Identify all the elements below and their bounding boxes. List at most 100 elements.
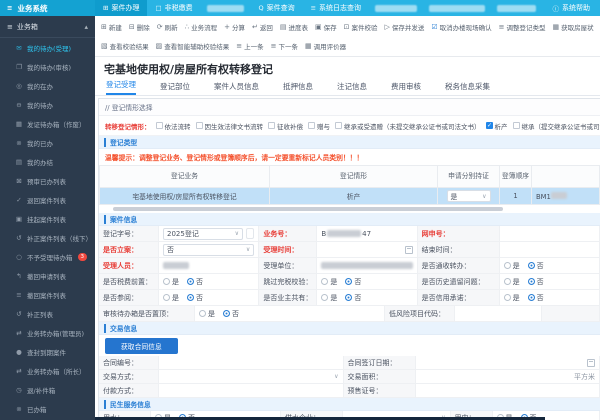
view-ai-check-result-button[interactable]: ▨查看智能辅助校验结果 xyxy=(156,41,230,51)
accept-time-value[interactable] xyxy=(317,242,417,258)
topnav-system-help[interactable]: ⓘ 系统帮助 xyxy=(543,0,600,16)
redacted-nav-item[interactable] xyxy=(207,5,245,12)
sidebar-item-suspended-cases-list[interactable]: ▣挂起案件列表 xyxy=(0,209,95,228)
new-button[interactable]: ⊞新建 xyxy=(101,22,122,32)
save-and-send-button[interactable]: ▷保存并发送 xyxy=(384,22,424,32)
reg-no-input[interactable] xyxy=(246,228,254,239)
end-time-value[interactable] xyxy=(500,242,600,258)
hamburger-icon[interactable]: ≡ xyxy=(7,4,12,12)
evaluator-button[interactable]: ▦调用评价器 xyxy=(305,41,346,51)
radio-yes[interactable]: 是 xyxy=(321,277,337,287)
case-check-button[interactable]: ⊡案件校验 xyxy=(344,22,378,32)
radio-no[interactable]: 否 xyxy=(528,277,544,287)
sidebar-item-cert-issue-box[interactable]: ▦发证待办箱（作废） xyxy=(0,114,95,133)
adjust-reg-type-button[interactable]: ≡调整登记类型 xyxy=(499,22,546,32)
radio-yes[interactable]: 是 xyxy=(163,293,179,303)
sign-date-value[interactable] xyxy=(416,356,600,370)
topnav-nontax-payment[interactable]: □ 非税缴费 xyxy=(147,0,200,16)
get-house-status-button[interactable]: ▦获取房屋状态 xyxy=(553,22,594,32)
radio-no[interactable]: 否 xyxy=(528,261,544,271)
tab-reg-acceptance[interactable]: 登记受理 xyxy=(106,79,136,95)
redacted-nav-item[interactable] xyxy=(375,5,417,12)
prev-record-button[interactable]: ≡上一条 xyxy=(236,41,263,51)
payment-mode-value[interactable] xyxy=(159,384,344,398)
checkbox-court-document[interactable]: 因生效法律文书流转 xyxy=(196,121,264,131)
sidebar-item-my-inprogress[interactable]: ◎我的在办 xyxy=(0,76,95,95)
radio-yes[interactable]: 是 xyxy=(504,261,520,271)
sidebar-item-rejection-todo-box[interactable]: ○不予受理待办箱3 xyxy=(0,247,95,266)
cancel-site-confirm-button[interactable]: ☑取消办楼现场确认 xyxy=(431,22,491,32)
trade-mode-value[interactable]: ∨ xyxy=(159,370,344,384)
radio-yes[interactable]: 是 xyxy=(321,293,337,303)
checkbox-inherit-with-notary[interactable]: 继承（提交继承公证书或司法文书） xyxy=(513,121,600,131)
history-issue-value: 是否 xyxy=(500,274,600,290)
sidebar-item-my-done[interactable]: ⊚我的已办 xyxy=(0,133,95,152)
sidebar-item-correction-list[interactable]: ↺补正列表 xyxy=(0,304,95,323)
checkbox-legal-transfer[interactable]: 依法流转 xyxy=(156,121,191,131)
sidebar-item-transfer-box-director[interactable]: ⇄业务转办箱（所长） xyxy=(0,361,95,380)
radio-no[interactable]: 否 xyxy=(345,293,361,303)
sidebar-item-my-todo-accept[interactable]: ✉我的待办(受理) xyxy=(0,38,95,57)
risk-code-value[interactable] xyxy=(455,306,542,322)
trade-area-value[interactable]: 平方米 xyxy=(416,370,600,384)
next-record-button[interactable]: ≡下一条 xyxy=(271,41,298,51)
workflow-button[interactable]: ∴业务流程 xyxy=(185,22,217,32)
radio-no[interactable]: 否 xyxy=(223,309,239,319)
checkbox-icon xyxy=(308,122,315,129)
sidebar-item-preaudit-done-list[interactable]: ⊠预审已办列表 xyxy=(0,171,95,190)
sidebar-item-done-box[interactable]: ⊚已办箱 xyxy=(0,399,95,418)
radio-yes[interactable]: 是 xyxy=(199,309,215,319)
sidebar-item-my-todo[interactable]: ⊖我的待办 xyxy=(0,95,95,114)
sidebar-group-business-box[interactable]: ≡ 业务箱 ▴ xyxy=(0,16,95,38)
collapse-icon[interactable]: ▴ xyxy=(84,23,88,31)
sidebar-item-withdraw-cases-list[interactable]: ≡撤回案件列表 xyxy=(0,285,95,304)
radio-no[interactable]: 否 xyxy=(187,277,203,287)
radio-yes[interactable]: 是 xyxy=(504,277,520,287)
radio-no[interactable]: 否 xyxy=(187,293,203,303)
horizontal-scrollbar[interactable] xyxy=(113,207,503,211)
sidebar-item-returned-cases-list[interactable]: ✓退回案件列表 xyxy=(0,190,95,209)
tab-case-persons[interactable]: 案件人员信息 xyxy=(214,81,259,95)
checkbox-inherit-no-notary[interactable]: 继承或受遗赠（未提交继承公证书或司法文书） xyxy=(335,121,481,131)
fetch-contract-button[interactable]: 获取合同信息 xyxy=(105,338,178,354)
split-button[interactable]: +分算 xyxy=(224,22,245,32)
filed-select[interactable]: 否∨ xyxy=(163,244,254,256)
reg-no-select[interactable]: 2025登记∨ xyxy=(163,228,243,240)
topnav-case-query[interactable]: Q 案件查询 xyxy=(250,0,302,16)
sidebar-item-my-closed[interactable]: ▤我的办结 xyxy=(0,152,95,171)
delete-button[interactable]: ⊟删除 xyxy=(129,22,150,32)
redacted-nav-item[interactable] xyxy=(497,5,537,12)
presale-no-value[interactable] xyxy=(416,384,600,398)
radio-yes[interactable]: 是 xyxy=(163,277,179,287)
table-row[interactable]: 宅基地使用权/房屋所有权转移登记 析产 是∨ 1 BM1 xyxy=(100,188,600,205)
radio-yes[interactable]: 是 xyxy=(504,293,520,303)
checkbox-gift[interactable]: 赠与 xyxy=(308,121,330,131)
tab-fee-review[interactable]: 费用审核 xyxy=(391,81,421,95)
topnav-case-handling[interactable]: ⊞ 案件办理 xyxy=(95,0,147,16)
sidebar-item-seizure-expiry-cases[interactable]: ●查封到期案件 xyxy=(0,342,95,361)
radio-no[interactable]: 否 xyxy=(345,277,361,287)
tab-tax-info[interactable]: 税务信息采集 xyxy=(445,81,490,95)
sidebar-item-return-supplement-box[interactable]: ◷退/补件箱 xyxy=(0,380,95,399)
checkbox-expropriation[interactable]: 征收补偿 xyxy=(268,121,303,131)
save-button[interactable]: ▣保存 xyxy=(315,22,337,32)
filed-value: 否∨ xyxy=(159,242,259,258)
progress-button[interactable]: ▤进度表 xyxy=(280,22,308,32)
contract-no-value[interactable] xyxy=(159,356,344,370)
refresh-button[interactable]: ⟳刷新 xyxy=(157,22,178,32)
sidebar-item-transfer-box-admin[interactable]: ⇄业务转办箱(管理员) xyxy=(0,323,95,342)
web-no-value[interactable] xyxy=(500,226,600,242)
redacted-nav-item[interactable] xyxy=(429,5,485,12)
tab-mortgage-info[interactable]: 抵押信息 xyxy=(283,81,313,95)
radio-no[interactable]: 否 xyxy=(528,293,544,303)
checkbox-property-division[interactable]: 析产 xyxy=(486,121,508,131)
sidebar-item-withdraw-apply-list[interactable]: ↰撤回申请列表 xyxy=(0,266,95,285)
sidebar-item-my-todo-review[interactable]: ❐我的待办(审核) xyxy=(0,57,95,76)
topnav-system-log-query[interactable]: ≡ 系统日志查询 xyxy=(303,0,369,16)
sidebar-item-correction-cases-offline[interactable]: ↺补正案件列表（线下） xyxy=(0,228,95,247)
view-check-result-button[interactable]: ▧查看校验结果 xyxy=(101,41,149,51)
back-button[interactable]: ↵返回 xyxy=(252,22,273,32)
tab-reg-part[interactable]: 登记部位 xyxy=(160,81,190,95)
separate-cert-select[interactable]: 是∨ xyxy=(447,190,491,202)
tab-note-info[interactable]: 注记信息 xyxy=(337,81,367,95)
